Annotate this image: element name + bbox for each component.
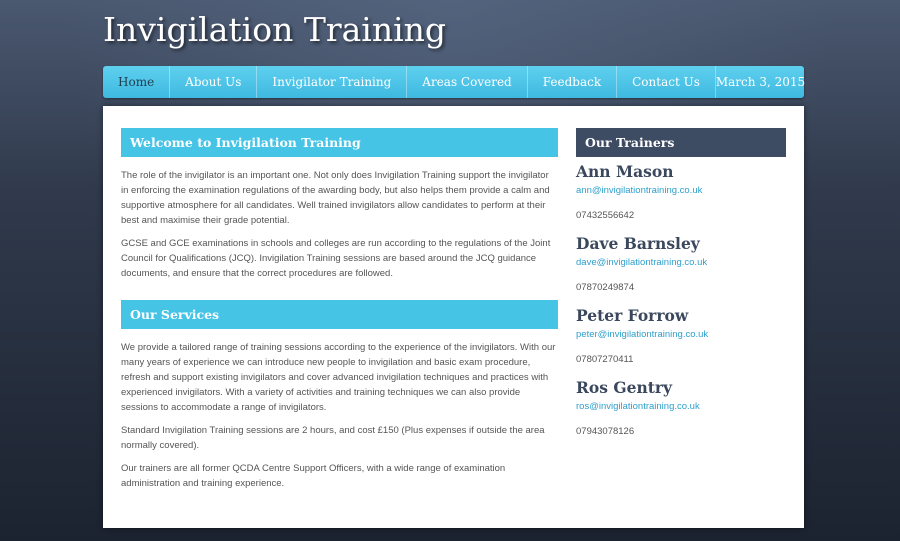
welcome-paragraph: GCSE and GCE examinations in schools and… xyxy=(121,238,551,279)
trainers-sidebar: Our Trainers Ann Mason ann@invigilationt… xyxy=(576,128,786,438)
trainer-email-link[interactable]: dave@invigilationtraining.co.uk xyxy=(576,256,786,269)
nav-item-feedback[interactable]: Feedback xyxy=(528,66,618,98)
nav-item-home[interactable]: Home xyxy=(103,66,171,98)
services-paragraph: Our trainers are all former QCDA Centre … xyxy=(121,463,506,489)
trainer-email-link[interactable]: ros@invigilationtraining.co.uk xyxy=(576,400,786,413)
trainer-card: Peter Forrow peter@invigilationtraining.… xyxy=(576,306,786,366)
welcome-heading: Welcome to Invigilation Training xyxy=(121,128,558,157)
content-panel: Welcome to Invigilation Training The rol… xyxy=(103,106,804,528)
nav-item-about-us[interactable]: About Us xyxy=(170,66,258,98)
main-nav: Home About Us Invigilator Training Areas… xyxy=(103,66,805,98)
trainer-name: Dave Barnsley xyxy=(576,234,700,253)
trainer-name: Peter Forrow xyxy=(576,306,689,325)
nav-item-contact-us[interactable]: Contact Us xyxy=(617,66,716,98)
services-paragraph: Standard Invigilation Training sessions … xyxy=(121,425,545,451)
site-title: Invigilation Training xyxy=(103,10,447,49)
nav-item-invigilator-training[interactable]: Invigilator Training xyxy=(257,66,408,98)
trainer-email-link[interactable]: peter@invigilationtraining.co.uk xyxy=(576,328,786,341)
trainer-name: Ros Gentry xyxy=(576,378,673,397)
trainer-card: Dave Barnsley dave@invigilationtraining.… xyxy=(576,234,786,294)
trainer-email-link[interactable]: ann@invigilationtraining.co.uk xyxy=(576,184,786,197)
trainer-phone: 07807270411 xyxy=(576,354,634,365)
main-column: Welcome to Invigilation Training The rol… xyxy=(121,128,558,491)
trainer-card: Ros Gentry ros@invigilationtraining.co.u… xyxy=(576,378,786,438)
trainer-phone: 07432556642 xyxy=(576,210,635,221)
trainer-name: Ann Mason xyxy=(576,162,674,181)
trainers-heading: Our Trainers xyxy=(576,128,786,157)
nav-date: March 3, 2015 xyxy=(715,75,806,89)
trainer-card: Ann Mason ann@invigilationtraining.co.uk… xyxy=(576,162,786,222)
nav-item-areas-covered[interactable]: Areas Covered xyxy=(407,66,528,98)
services-paragraph: We provide a tailored range of training … xyxy=(121,342,556,413)
welcome-paragraph: The role of the invigilator is an import… xyxy=(121,170,550,226)
services-heading: Our Services xyxy=(121,300,558,329)
trainer-phone: 07943078126 xyxy=(576,426,635,437)
trainer-phone: 07870249874 xyxy=(576,282,635,293)
